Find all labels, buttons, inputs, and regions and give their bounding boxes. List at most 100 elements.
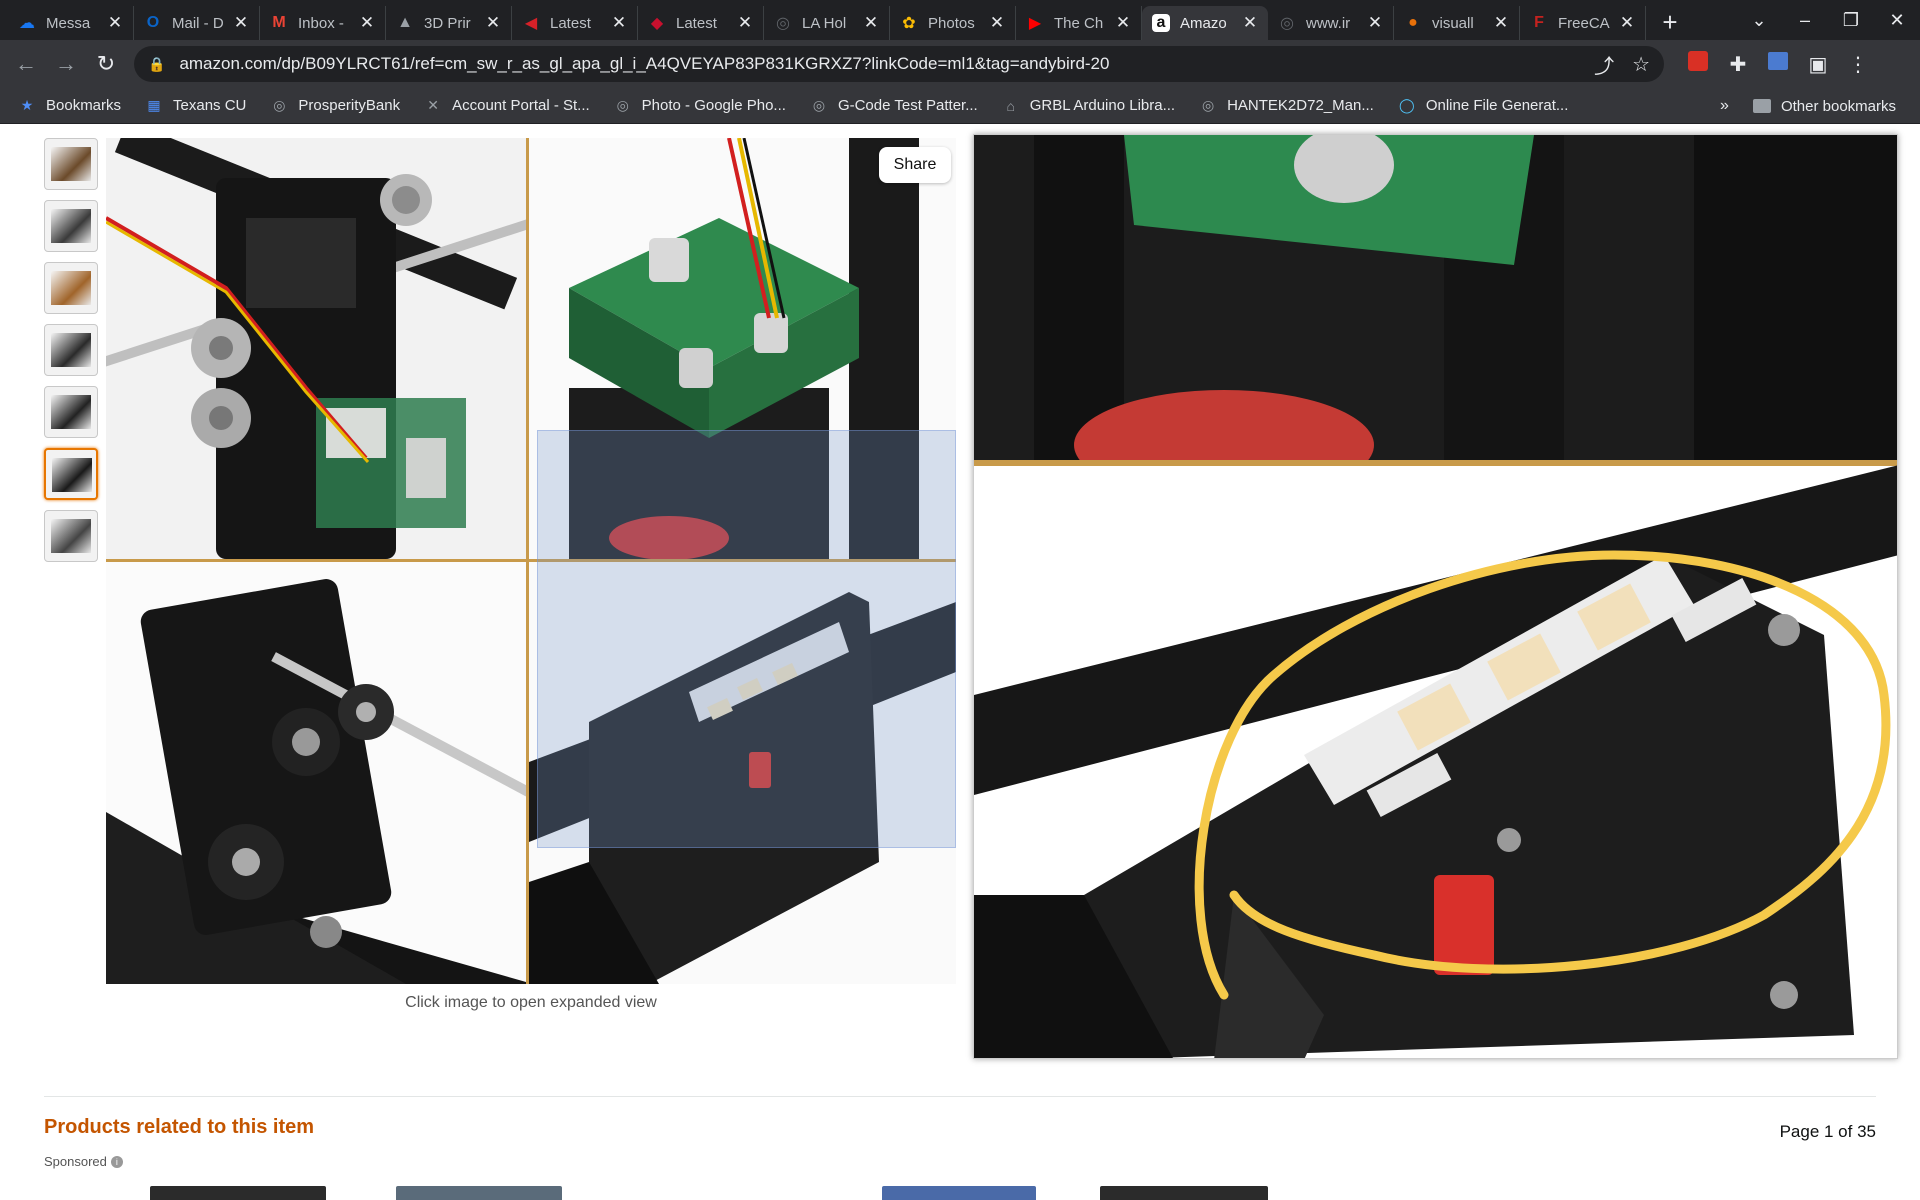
close-tab-icon[interactable]: ✕ xyxy=(737,13,753,33)
bookmark-label: G-Code Test Patter... xyxy=(837,97,978,114)
tab-4[interactable]: ◀ Latest ✕ xyxy=(512,6,638,40)
globe-icon: ◎ xyxy=(273,97,286,113)
tab-7[interactable]: ✿ Photos ✕ xyxy=(890,6,1016,40)
close-tab-icon[interactable]: ✕ xyxy=(233,13,249,33)
extensions-area: ✚ ▣ ⋮ xyxy=(1678,51,1878,77)
close-tab-icon[interactable]: ✕ xyxy=(107,13,123,33)
bookmark-item[interactable]: ◎ HANTEK2D72_Man... xyxy=(1199,97,1374,115)
latest-news-icon: ◀ xyxy=(524,15,538,32)
product-thumbnail[interactable] xyxy=(44,138,98,190)
close-tab-icon[interactable]: ✕ xyxy=(863,13,879,33)
close-tab-icon[interactable]: ✕ xyxy=(485,13,501,33)
tab-6[interactable]: ◎ LA Hol ✕ xyxy=(764,6,890,40)
info-icon[interactable]: i xyxy=(110,1155,123,1168)
bookmark-item[interactable]: ★ Bookmarks xyxy=(18,97,121,115)
bookmark-label: Bookmarks xyxy=(46,97,122,114)
sponsored-text: Sponsored xyxy=(44,1154,107,1169)
extensions-puzzle-icon[interactable]: ✚ xyxy=(1718,52,1758,77)
image-panel-wheels xyxy=(106,562,526,984)
product-thumbnail[interactable] xyxy=(44,200,98,252)
close-tab-icon[interactable]: ✕ xyxy=(1367,13,1383,33)
close-tab-icon[interactable]: ✕ xyxy=(1242,13,1258,33)
side-panel-icon[interactable]: ▣ xyxy=(1798,52,1838,77)
x-logo-icon: ✕ xyxy=(427,97,439,113)
restore-button[interactable]: ❐ xyxy=(1828,10,1874,31)
close-tab-icon[interactable]: ✕ xyxy=(611,13,627,33)
messenger-icon: ☁ xyxy=(19,15,35,32)
minimize-button[interactable]: – xyxy=(1782,10,1828,31)
product-thumbnail[interactable] xyxy=(44,448,98,500)
image-panel-carriage xyxy=(106,138,526,559)
main-product-image[interactable]: Share xyxy=(106,138,956,984)
circle-icon: ◯ xyxy=(1398,97,1415,113)
tab-title: www.ir xyxy=(1306,14,1351,32)
tab-title: Photos xyxy=(928,14,975,32)
tab-0[interactable]: ☁ Messa ✕ xyxy=(8,6,134,40)
freecad-icon: F xyxy=(1534,14,1544,31)
bookmark-item[interactable]: ◯ Online File Generat... xyxy=(1398,97,1568,115)
tab-5[interactable]: ◆ Latest ✕ xyxy=(638,6,764,40)
new-tab-button[interactable]: + xyxy=(1652,4,1688,40)
bookmark-label: HANTEK2D72_Man... xyxy=(1227,97,1374,114)
bookmark-item[interactable]: ✕ Account Portal - St... xyxy=(424,97,589,115)
globe-icon: ◎ xyxy=(1280,15,1294,32)
tab-title: 3D Prir xyxy=(424,14,471,32)
close-tab-icon[interactable]: ✕ xyxy=(359,13,375,33)
tab-10[interactable]: ◎ www.ir ✕ xyxy=(1268,6,1394,40)
bookmark-item[interactable]: ◎ ProsperityBank xyxy=(270,97,400,115)
tab-title: The Ch xyxy=(1054,14,1104,32)
other-bookmarks-folder[interactable]: Other bookmarks xyxy=(1752,98,1896,115)
close-window-button[interactable]: ✕ xyxy=(1874,10,1920,31)
thumbnail-image xyxy=(51,519,91,553)
tab-9[interactable]: a Amazo ✕ xyxy=(1142,6,1268,40)
related-product-thumb[interactable] xyxy=(150,1186,326,1200)
browser-toolbar: ← → ↻ 🔒 amazon.com/dp/B09YLRCT61/ref=cm_… xyxy=(0,40,1920,88)
reload-button[interactable]: ↻ xyxy=(86,44,126,84)
bookmark-label: GRBL Arduino Libra... xyxy=(1029,97,1176,114)
product-thumbnail[interactable] xyxy=(44,386,98,438)
amazon-icon: a xyxy=(1152,14,1170,32)
tab-11[interactable]: ● visuall ✕ xyxy=(1394,6,1520,40)
forward-button[interactable]: → xyxy=(46,44,86,84)
tab-12[interactable]: F FreeCA ✕ xyxy=(1520,6,1646,40)
visual-site-icon: ● xyxy=(1408,14,1418,31)
bookmark-item[interactable]: ◎ G-Code Test Patter... xyxy=(810,97,978,115)
bookmark-star-icon[interactable]: ☆ xyxy=(1632,52,1650,77)
tab-1[interactable]: O Mail - D ✕ xyxy=(134,6,260,40)
section-divider xyxy=(44,1096,1876,1097)
share-button[interactable]: Share xyxy=(879,147,951,183)
lastpass-extension-icon[interactable] xyxy=(1678,51,1718,77)
related-product-thumb[interactable] xyxy=(396,1186,562,1200)
thumbnail-image xyxy=(52,458,92,492)
menu-kebab-icon[interactable]: ⋮ xyxy=(1838,52,1878,77)
tab-3[interactable]: ▲ 3D Prir ✕ xyxy=(386,6,512,40)
close-tab-icon[interactable]: ✕ xyxy=(1115,13,1131,33)
bookmark-item[interactable]: ⌂ GRBL Arduino Libra... xyxy=(1002,97,1176,115)
address-bar[interactable]: 🔒 amazon.com/dp/B09YLRCT61/ref=cm_sw_r_a… xyxy=(134,46,1664,82)
window-controls: ⌄ – ❐ ✕ xyxy=(1736,0,1920,40)
product-thumbnail[interactable] xyxy=(44,262,98,314)
thumbnail-image xyxy=(51,395,91,429)
url-text[interactable]: amazon.com/dp/B09YLRCT61/ref=cm_sw_r_as_… xyxy=(179,54,1576,74)
cast-icon[interactable] xyxy=(1758,52,1798,76)
lock-icon: 🔒 xyxy=(148,55,166,72)
product-thumbnail[interactable] xyxy=(44,324,98,376)
tab-search-chevron-icon[interactable]: ⌄ xyxy=(1736,10,1782,31)
related-product-thumb[interactable] xyxy=(1100,1186,1268,1200)
bookmark-item[interactable]: ▦ Texans CU xyxy=(145,97,246,115)
close-tab-icon[interactable]: ✕ xyxy=(1493,13,1509,33)
back-button[interactable]: ← xyxy=(6,44,46,84)
product-thumbnail[interactable] xyxy=(44,510,98,562)
tab-2[interactable]: M Inbox - ✕ xyxy=(260,6,386,40)
close-tab-icon[interactable]: ✕ xyxy=(1619,13,1635,33)
zoom-lens-overlay[interactable] xyxy=(537,430,956,848)
related-product-thumb[interactable] xyxy=(882,1186,1036,1200)
tab-8[interactable]: ▶ The Ch ✕ xyxy=(1016,6,1142,40)
close-tab-icon[interactable]: ✕ xyxy=(989,13,1005,33)
bookmark-label: ProsperityBank xyxy=(298,97,401,114)
globe-icon: ◎ xyxy=(776,15,790,32)
bookmark-item[interactable]: ◎ Photo - Google Pho... xyxy=(614,97,786,115)
bookmarks-overflow-chevron[interactable]: » xyxy=(1720,97,1729,115)
share-page-icon[interactable]: ⤴ xyxy=(1594,50,1614,79)
globe-icon: ◎ xyxy=(616,97,629,113)
